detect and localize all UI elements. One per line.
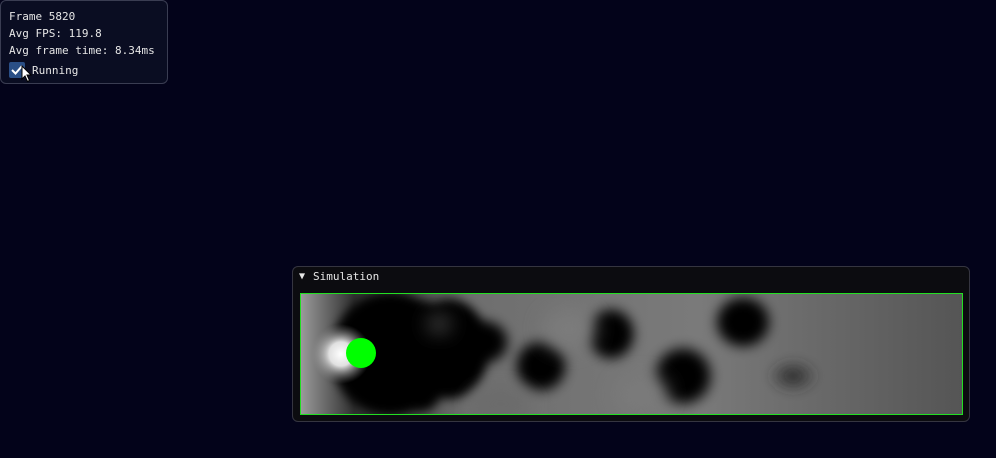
simulation-canvas[interactable] bbox=[300, 293, 963, 415]
running-label[interactable]: Running bbox=[32, 64, 78, 77]
collapse-arrow-icon[interactable]: ▼ bbox=[299, 271, 305, 283]
simulation-window[interactable]: ▼ Simulation bbox=[292, 266, 970, 422]
avg-frame-time: Avg frame time: 8.34ms bbox=[9, 44, 155, 57]
fluid-field-render bbox=[301, 294, 962, 414]
simulation-title: Simulation bbox=[313, 270, 380, 283]
frame-counter: Frame 5820 bbox=[9, 10, 76, 23]
stats-overlay: Frame 5820 Avg FPS: 119.8 Avg frame time… bbox=[0, 0, 168, 84]
obstacle-marker bbox=[346, 338, 376, 368]
mouse-cursor-icon bbox=[21, 65, 33, 83]
avg-fps: Avg FPS: 119.8 bbox=[9, 27, 102, 40]
